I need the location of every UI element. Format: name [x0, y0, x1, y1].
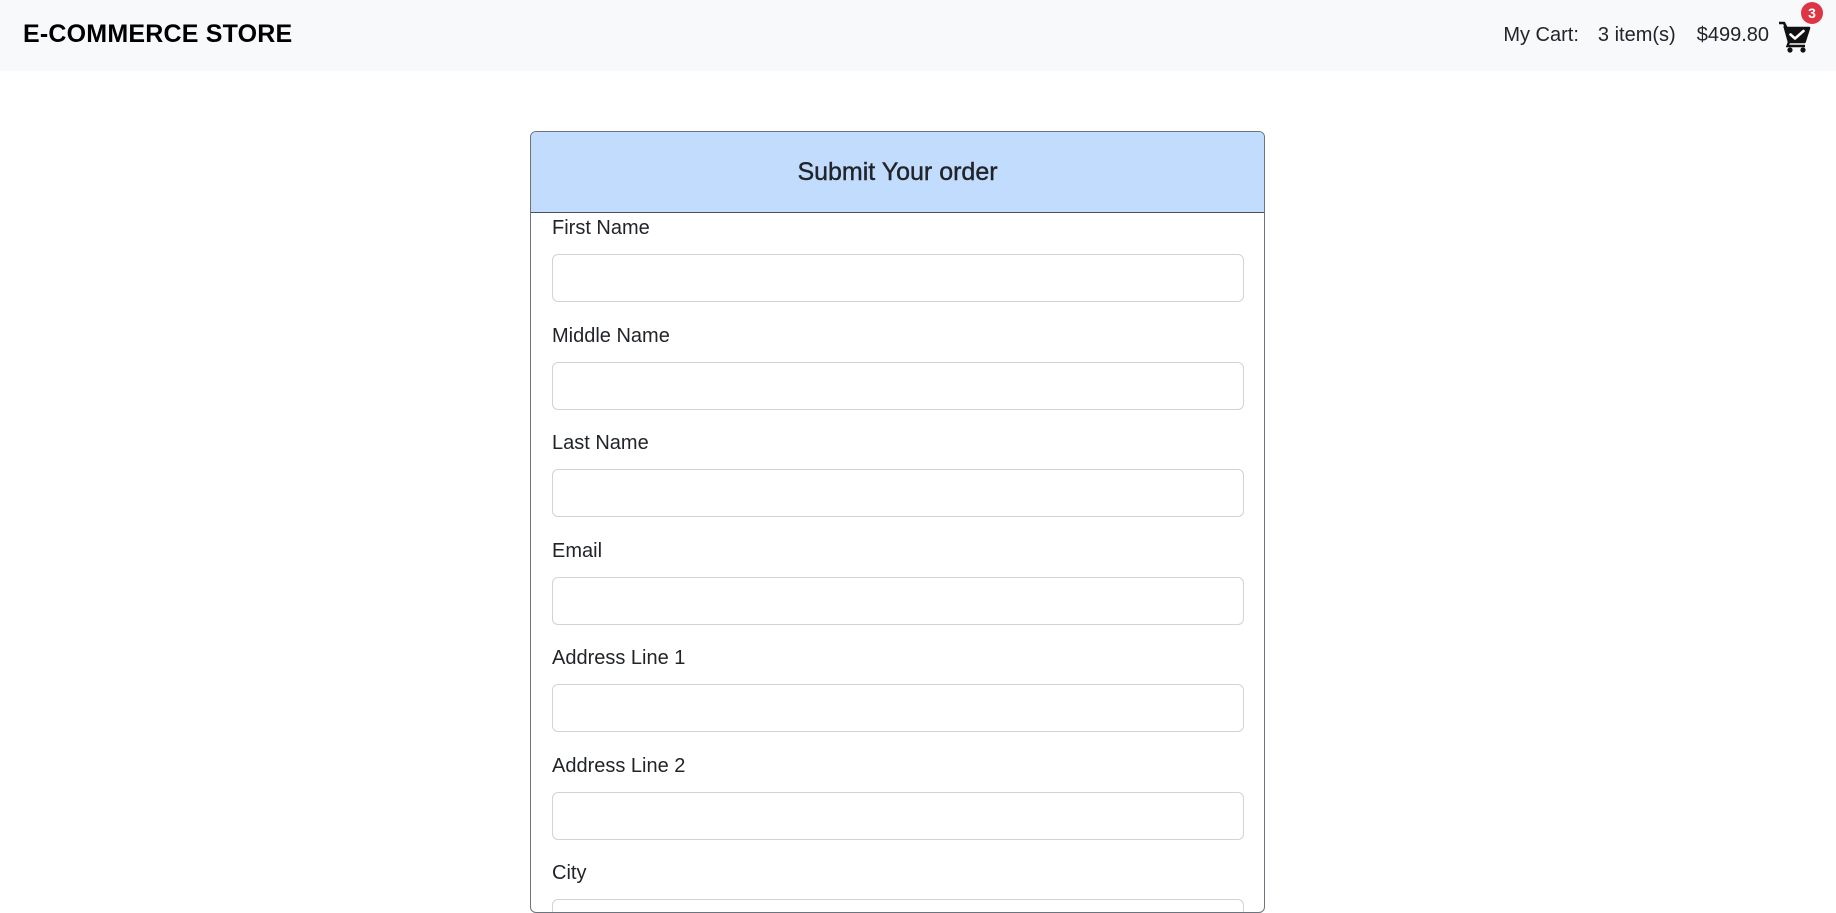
address-line-1-group: Address Line 1: [552, 643, 1244, 732]
first-name-label: First Name: [552, 217, 650, 239]
middle-name-group: Middle Name: [552, 321, 1244, 410]
order-form-card: Submit Your order First Name Middle Name…: [530, 131, 1265, 913]
first-name-group: First Name: [552, 213, 1244, 302]
last-name-group: Last Name: [552, 428, 1244, 517]
cart-item-count: 3 item(s): [1597, 24, 1676, 46]
first-name-input[interactable]: [552, 254, 1244, 302]
email-label: Email: [552, 540, 603, 562]
last-name-input[interactable]: [552, 469, 1244, 517]
shopping-cart-check-icon: [1779, 21, 1811, 53]
cart-button[interactable]: 3: [1778, 1, 1823, 54]
email-field[interactable]: [552, 577, 1244, 625]
city-label: City: [552, 862, 587, 884]
address-line-1-label: Address Line 1: [552, 647, 686, 669]
order-form-header: Submit Your order: [531, 132, 1264, 213]
middle-name-input[interactable]: [552, 362, 1244, 410]
address-line-2-input[interactable]: [552, 792, 1244, 840]
address-line-2-label: Address Line 2: [552, 755, 686, 777]
cart-summary[interactable]: My Cart: 3 item(s) $499.80 3: [1503, 0, 1823, 71]
address-line-2-group: Address Line 2: [552, 751, 1244, 840]
email-group: Email: [552, 536, 1244, 625]
form-title: Submit Your order: [797, 157, 998, 186]
city-input[interactable]: [552, 899, 1244, 912]
brand-logo[interactable]: E-COMMERCE STORE: [23, 20, 292, 49]
top-navbar: E-COMMERCE STORE My Cart: 3 item(s) $499…: [0, 0, 1836, 71]
middle-name-label: Middle Name: [552, 325, 670, 347]
last-name-label: Last Name: [552, 432, 649, 454]
cart-count-badge: 3: [1801, 1, 1823, 24]
city-group: City: [552, 858, 1244, 912]
cart-label: My Cart:: [1503, 24, 1579, 46]
address-line-1-input[interactable]: [552, 684, 1244, 732]
cart-total: $499.80: [1696, 24, 1769, 46]
